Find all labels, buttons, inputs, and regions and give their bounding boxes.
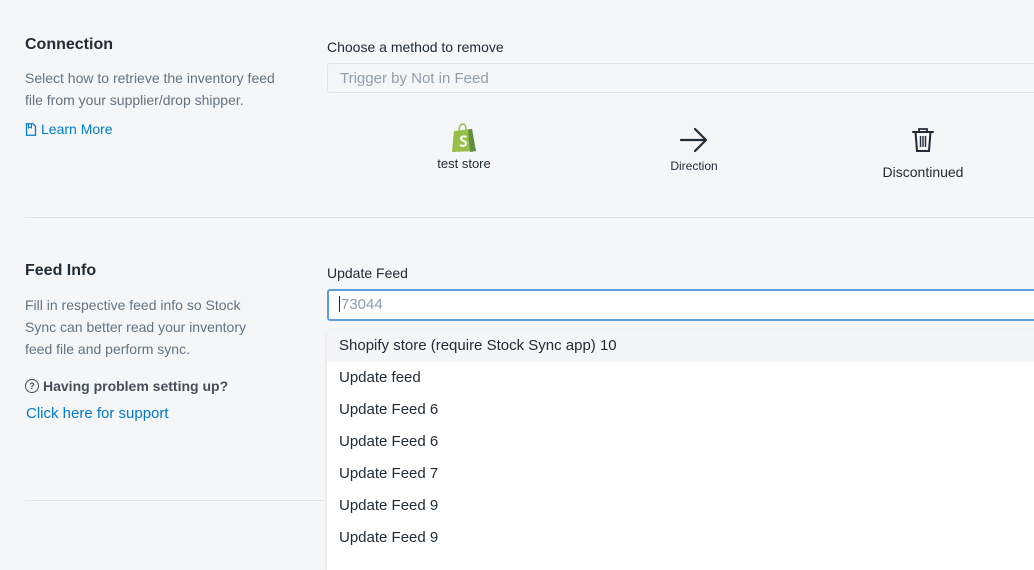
- dropdown-option[interactable]: Update Feed 9: [327, 522, 1034, 554]
- dropdown-option[interactable]: Update feed: [327, 362, 1034, 394]
- shopify-bag-icon: [452, 123, 476, 152]
- learn-more-link[interactable]: Learn More: [25, 121, 275, 137]
- section-divider: [25, 217, 1034, 218]
- flow-source: test store: [424, 123, 504, 171]
- remove-method-label: Choose a method to remove: [327, 39, 504, 55]
- update-feed-dropdown: Shopify store (require Stock Sync app) 1…: [327, 330, 1034, 570]
- section-divider-bottom: [25, 500, 325, 501]
- flow-target-label: Discontinued: [882, 164, 964, 180]
- dropdown-option[interactable]: Update Feed 6: [327, 394, 1034, 426]
- dropdown-option[interactable]: Shopify store (require Stock Sync app) 1…: [327, 330, 1034, 362]
- update-feed-placeholder: 73044: [341, 296, 383, 313]
- feed-info-description: Fill in respective feed info so Stock Sy…: [25, 297, 247, 357]
- support-link-text[interactable]: Click here for support: [26, 405, 169, 422]
- arrow-right-icon: [679, 127, 708, 153]
- update-feed-label: Update Feed: [327, 265, 408, 281]
- text-caret: [339, 296, 340, 313]
- question-circle-icon: ?: [25, 379, 39, 393]
- connection-section-info: Connection Select how to retrieve the in…: [25, 35, 275, 137]
- learn-more-text[interactable]: Learn More: [41, 121, 113, 137]
- dropdown-option[interactable]: Update Feed 9: [327, 490, 1034, 522]
- connection-description: Select how to retrieve the inventory fee…: [25, 70, 275, 108]
- support-link[interactable]: Click here for support: [26, 405, 169, 423]
- feed-info-title: Feed Info: [25, 262, 97, 279]
- update-feed-input[interactable]: 73044: [327, 289, 1034, 321]
- dropdown-option[interactable]: Update Feed 6: [327, 426, 1034, 458]
- help-line: ? Having problem setting up?: [25, 378, 228, 394]
- trash-icon: [912, 128, 934, 152]
- flow-direction: Direction: [654, 126, 734, 173]
- help-text: Having problem setting up?: [43, 378, 229, 394]
- document-icon: [25, 122, 37, 136]
- connection-title: Connection: [25, 36, 113, 53]
- dropdown-option[interactable]: Update Feed 7: [327, 458, 1034, 490]
- flow-target: Discontinued: [873, 127, 973, 180]
- remove-method-select[interactable]: Trigger by Not in Feed: [327, 63, 1034, 93]
- flow-source-label: test store: [437, 156, 491, 171]
- feed-info-section-info: Feed Info Fill in respective feed info s…: [25, 261, 275, 360]
- flow-direction-label: Direction: [670, 159, 718, 173]
